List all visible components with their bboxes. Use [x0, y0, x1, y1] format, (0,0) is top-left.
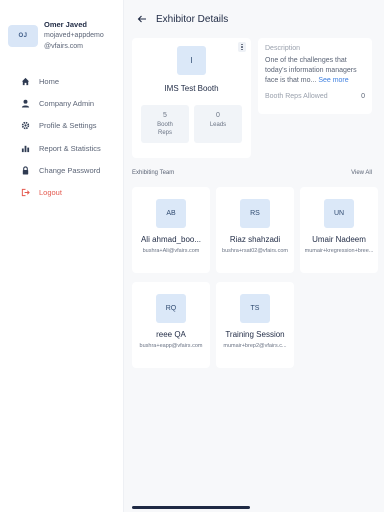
- leads-value: 0: [216, 112, 220, 119]
- sidebar-item-label: Home: [39, 76, 60, 86]
- leads-label: Leads: [209, 122, 227, 128]
- team-section-title: Exhibiting Team: [132, 170, 175, 176]
- member-name: Training Session: [225, 330, 285, 339]
- team-member-card[interactable]: UN Umair Nadeem mumair+kregression+bree.…: [300, 187, 378, 273]
- member-avatar: RS: [240, 199, 270, 228]
- member-avatar: RQ: [156, 294, 186, 323]
- lock-icon: [20, 165, 30, 175]
- sidebar-item-change-password[interactable]: Change Password: [0, 159, 124, 181]
- see-more-link[interactable]: See more: [318, 77, 348, 84]
- sidebar-item-profile-settings[interactable]: Profile & Settings: [0, 115, 124, 137]
- member-name: Ali ahmad_boo...: [140, 235, 202, 244]
- avatar: OJ: [8, 25, 38, 47]
- member-avatar: UN: [324, 199, 354, 228]
- profile-email-line2: @vfairs.com: [44, 43, 83, 50]
- leads-stat[interactable]: 0 Leads: [194, 105, 242, 143]
- member-email: mumair+kregression+bree...: [304, 248, 374, 254]
- sidebar-item-logout[interactable]: Logout: [0, 181, 124, 203]
- member-name: Umair Nadeem: [312, 235, 366, 244]
- profile-block[interactable]: OJ Omer Javed mojaved+appdemo @vfairs.co…: [8, 20, 120, 54]
- page-header: Exhibitor Details: [136, 12, 228, 26]
- team-member-card[interactable]: AB Ali ahmad_boo... bushra+Ali@vfairs.co…: [132, 187, 210, 273]
- bar-chart-icon: [20, 143, 30, 153]
- member-email: bushra+rsat02@vfairs.com: [222, 248, 288, 254]
- team-member-card[interactable]: RQ reee QA bushra+eapp@vfairs.com: [132, 282, 210, 368]
- sidebar-nav: Home Company Admin Profile & Settings Re…: [0, 70, 124, 204]
- home-indicator: [132, 506, 250, 509]
- booth-reps-value: 5: [163, 112, 167, 119]
- sidebar-item-report-statistics[interactable]: Report & Statistics: [0, 137, 124, 159]
- sidebar-item-label: Report & Statistics: [39, 143, 101, 153]
- reps-allowed-value: 0: [361, 93, 365, 100]
- member-name: reee QA: [156, 330, 186, 339]
- description-text: One of the challenges that today's infor…: [265, 56, 365, 86]
- booth-reps-label-2: Reps: [157, 130, 172, 136]
- description-card: Description One of the challenges that t…: [258, 38, 372, 114]
- sidebar-item-label: Change Password: [39, 165, 101, 175]
- profile-name: Omer Javed: [44, 20, 87, 29]
- team-member-card[interactable]: TS Training Session mumair+brep2@vfairs.…: [216, 282, 294, 368]
- description-label: Description: [265, 45, 301, 52]
- team-section-header: Exhibiting Team View All: [132, 170, 372, 176]
- profile-info: Omer Javed mojaved+appdemo @vfairs.com: [44, 20, 104, 52]
- member-email: bushra+Ali@vfairs.com: [142, 248, 200, 254]
- user-icon: [20, 98, 30, 108]
- booth-logo: I: [177, 46, 206, 75]
- back-arrow-icon[interactable]: [136, 13, 148, 25]
- sidebar-item-label: Profile & Settings: [39, 121, 97, 131]
- member-email: bushra+eapp@vfairs.com: [139, 343, 203, 349]
- team-member-card[interactable]: RS Riaz shahzadi bushra+rsat02@vfairs.co…: [216, 187, 294, 273]
- page-title: Exhibitor Details: [156, 13, 229, 25]
- sidebar-item-home[interactable]: Home: [0, 70, 124, 92]
- sidebar-item-label: Company Admin: [39, 98, 95, 108]
- member-email: mumair+brep2@vfairs.c...: [223, 343, 287, 349]
- view-all-link[interactable]: View All: [351, 170, 372, 176]
- booth-reps-label-1: Booth: [157, 122, 173, 128]
- gear-icon: [20, 121, 30, 131]
- more-options-icon[interactable]: [238, 42, 246, 52]
- profile-email-line1: mojaved+appdemo: [44, 32, 104, 39]
- booth-reps-stat[interactable]: 5 Booth Reps: [141, 105, 189, 143]
- sidebar-item-company-admin[interactable]: Company Admin: [0, 92, 124, 114]
- home-icon: [20, 76, 30, 86]
- sidebar: OJ Omer Javed mojaved+appdemo @vfairs.co…: [0, 0, 124, 512]
- reps-allowed-row: Booth Reps Allowed 0: [265, 93, 365, 100]
- member-name: Riaz shahzadi: [229, 235, 281, 244]
- logout-icon: [20, 188, 30, 198]
- sidebar-item-label: Logout: [39, 188, 62, 198]
- reps-allowed-label: Booth Reps Allowed: [265, 93, 328, 100]
- main-content: Exhibitor Details I IMS Test Booth 5 Boo…: [124, 0, 384, 512]
- member-avatar: TS: [240, 294, 270, 323]
- member-avatar: AB: [156, 199, 186, 228]
- booth-name: IMS Test Booth: [164, 84, 219, 93]
